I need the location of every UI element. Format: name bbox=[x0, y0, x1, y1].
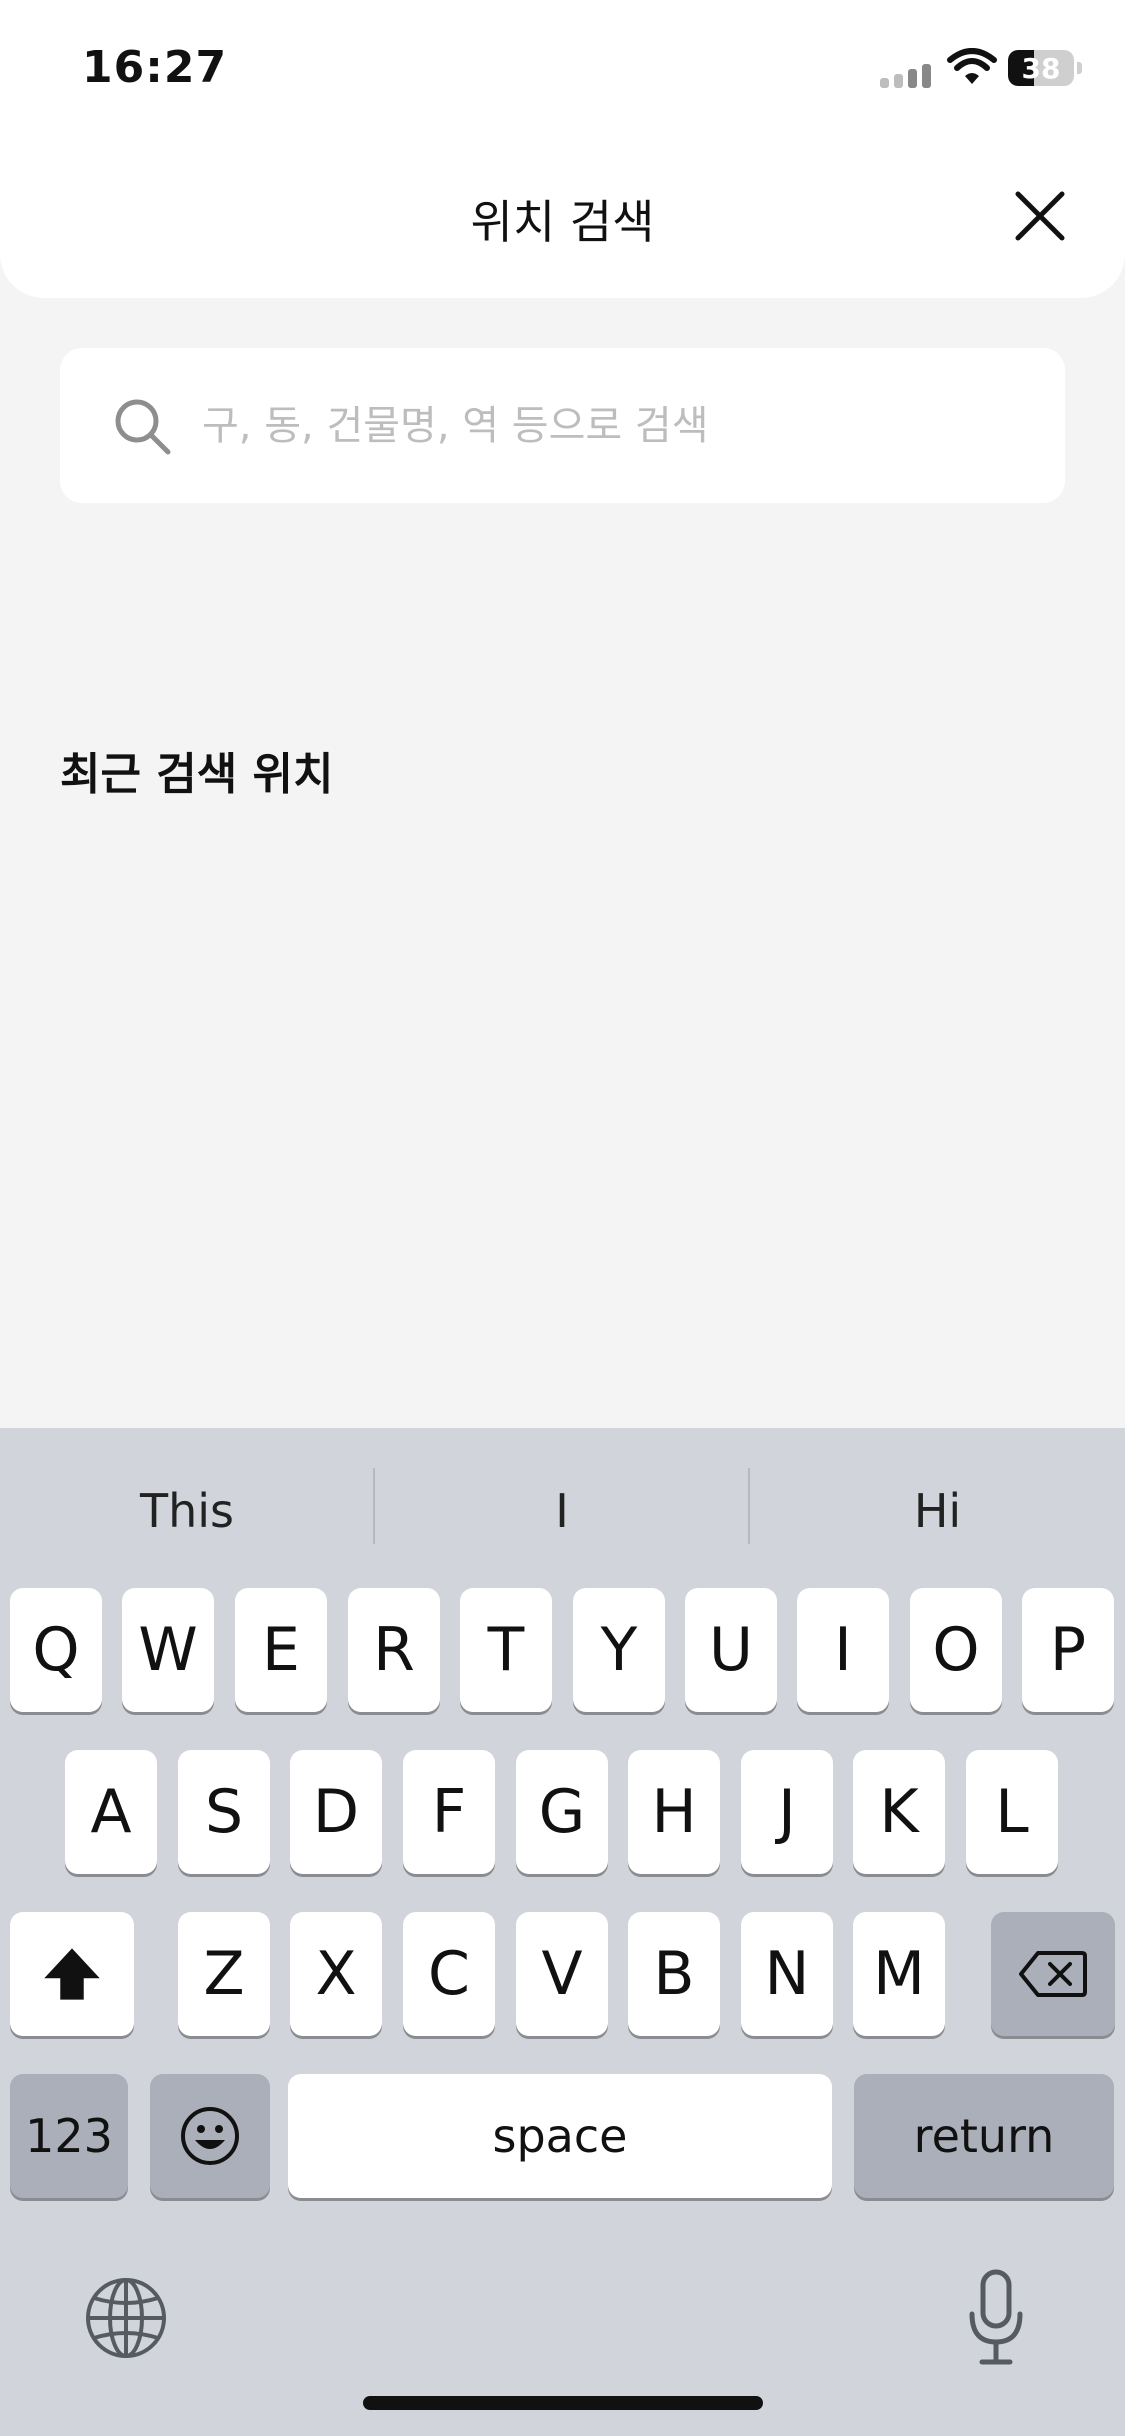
key-m[interactable]: M bbox=[853, 1912, 945, 2036]
battery-level: 38 bbox=[1021, 52, 1061, 85]
key-b[interactable]: B bbox=[628, 1912, 720, 2036]
suggestion-3[interactable]: Hi bbox=[750, 1476, 1125, 1546]
key-z[interactable]: Z bbox=[178, 1912, 270, 2036]
key-v[interactable]: V bbox=[516, 1912, 608, 2036]
battery-tip bbox=[1077, 62, 1082, 74]
key-o[interactable]: O bbox=[910, 1588, 1002, 1712]
backspace-key[interactable] bbox=[991, 1912, 1115, 2036]
search-icon bbox=[115, 399, 171, 455]
numbers-key[interactable]: 123 bbox=[10, 2074, 128, 2198]
microphone-icon[interactable] bbox=[964, 2268, 1028, 2368]
key-a[interactable]: A bbox=[65, 1750, 157, 1874]
key-u[interactable]: U bbox=[685, 1588, 777, 1712]
globe-icon[interactable] bbox=[84, 2276, 168, 2360]
key-w[interactable]: W bbox=[122, 1588, 214, 1712]
suggestion-2[interactable]: I bbox=[375, 1476, 749, 1546]
key-r[interactable]: R bbox=[348, 1588, 440, 1712]
key-h[interactable]: H bbox=[628, 1750, 720, 1874]
key-e[interactable]: E bbox=[235, 1588, 327, 1712]
key-d[interactable]: D bbox=[290, 1750, 382, 1874]
key-s[interactable]: S bbox=[178, 1750, 270, 1874]
key-n[interactable]: N bbox=[741, 1912, 833, 2036]
backspace-icon bbox=[1019, 1951, 1087, 1997]
key-y[interactable]: Y bbox=[573, 1588, 665, 1712]
key-k[interactable]: K bbox=[853, 1750, 945, 1874]
key-i[interactable]: I bbox=[797, 1588, 889, 1712]
page-title: 위치 검색 bbox=[470, 195, 655, 249]
close-icon[interactable] bbox=[1010, 186, 1070, 246]
shift-key[interactable] bbox=[10, 1912, 134, 2036]
search-box[interactable] bbox=[60, 348, 1065, 503]
key-x[interactable]: X bbox=[290, 1912, 382, 2036]
battery-icon: 38 bbox=[1008, 50, 1074, 86]
emoji-key[interactable] bbox=[150, 2074, 270, 2198]
key-q[interactable]: Q bbox=[10, 1588, 102, 1712]
key-j[interactable]: J bbox=[741, 1750, 833, 1874]
emoji-icon bbox=[181, 2107, 239, 2165]
return-key[interactable]: return bbox=[854, 2074, 1114, 2198]
key-l[interactable]: L bbox=[966, 1750, 1058, 1874]
space-key[interactable]: space bbox=[288, 2074, 832, 2198]
key-c[interactable]: C bbox=[403, 1912, 495, 2036]
key-t[interactable]: T bbox=[460, 1588, 552, 1712]
home-indicator bbox=[363, 2396, 763, 2410]
key-p[interactable]: P bbox=[1022, 1588, 1114, 1712]
status-time: 16:27 bbox=[82, 42, 228, 93]
shift-icon bbox=[44, 1948, 100, 2000]
suggestion-1[interactable]: This bbox=[0, 1476, 374, 1546]
cellular-signal-icon bbox=[880, 60, 934, 88]
search-input[interactable] bbox=[200, 388, 1044, 464]
key-f[interactable]: F bbox=[403, 1750, 495, 1874]
key-g[interactable]: G bbox=[516, 1750, 608, 1874]
keyboard: This I Hi Q W E R T Y U I O P A S D F G … bbox=[0, 1428, 1125, 2436]
header: 16:27 38 위치 검색 bbox=[0, 0, 1125, 298]
wifi-icon bbox=[947, 48, 997, 84]
recent-searches-title: 최근 검색 위치 bbox=[60, 749, 334, 800]
